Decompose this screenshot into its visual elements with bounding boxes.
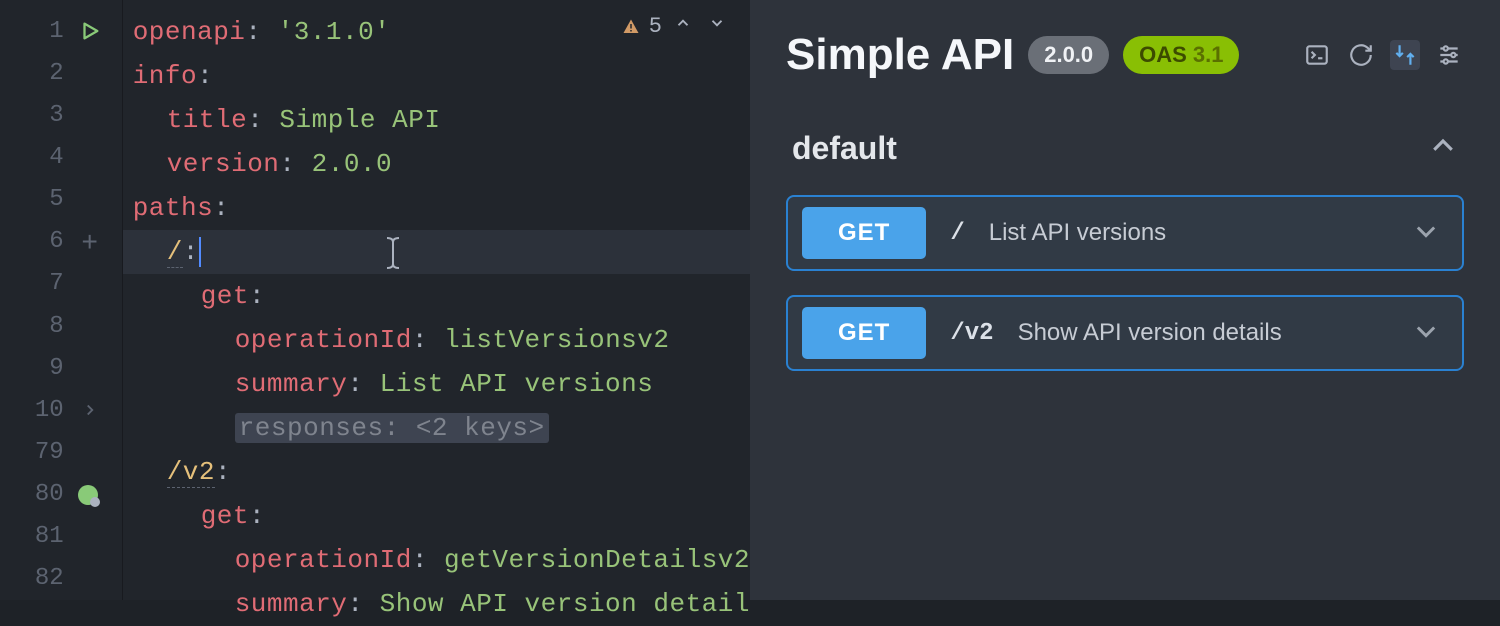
gutter-row: 7	[0, 263, 122, 305]
code-line[interactable]: /v2:	[123, 450, 750, 494]
oas-label: OAS	[1139, 42, 1187, 67]
gutter-row: 80	[0, 474, 122, 516]
gutter-row: 8	[0, 305, 122, 347]
version-badge: 2.0.0	[1028, 36, 1109, 74]
oas-version: 3.1	[1193, 42, 1224, 67]
chevron-down-icon	[1412, 317, 1440, 350]
gutter-row: 10	[0, 389, 122, 431]
gutter-row: 2	[0, 52, 122, 94]
code-line[interactable]: /:	[123, 230, 750, 274]
code-line[interactable]: info:	[123, 54, 750, 98]
add-icon[interactable]: +	[76, 228, 104, 256]
section-header[interactable]: default	[786, 130, 1464, 167]
method-badge: GET	[802, 307, 926, 359]
gutter-row: 5	[0, 179, 122, 221]
api-title: Simple API	[786, 30, 1014, 80]
code-line[interactable]: summary: Show API version detail	[123, 582, 750, 626]
code-line[interactable]: title: Simple API	[123, 98, 750, 142]
gutter-row: 82	[0, 558, 122, 600]
refresh-icon[interactable]	[1346, 40, 1376, 70]
operation-summary: Show API version details	[1018, 319, 1282, 347]
settings-icon[interactable]	[1434, 40, 1464, 70]
chevron-right-icon[interactable]	[76, 396, 104, 424]
code-line[interactable]: version: 2.0.0	[123, 142, 750, 186]
operation-item[interactable]: GET/v2 Show API version details	[786, 295, 1464, 371]
editor-body[interactable]: 5 openapi: '3.1.0'info:title: Simple API…	[122, 0, 750, 600]
code-line[interactable]: paths:	[123, 186, 750, 230]
operation-summary: List API versions	[989, 219, 1166, 247]
gutter-row: 4	[0, 136, 122, 178]
line-number: 79	[24, 439, 64, 466]
next-warning-button[interactable]	[704, 14, 730, 39]
line-number: 10	[24, 397, 64, 424]
line-number: 1	[24, 18, 64, 45]
code-line[interactable]: get:	[123, 494, 750, 538]
gutter-row: 81	[0, 516, 122, 558]
code-line[interactable]: get:	[123, 274, 750, 318]
line-number: 7	[24, 270, 64, 297]
line-number: 3	[24, 102, 64, 129]
editor-pane: 123456+7891079808182 5 openapi: '3.1.0'i…	[0, 0, 750, 600]
warning-count: 5	[649, 14, 662, 39]
section-title: default	[792, 130, 897, 167]
gutter-marker-icon[interactable]	[78, 485, 98, 505]
terminal-icon[interactable]	[1302, 40, 1332, 70]
editor-gutter: 123456+7891079808182	[0, 0, 122, 600]
method-badge: GET	[802, 207, 926, 259]
line-number: 82	[24, 565, 64, 592]
oas-badge: OAS3.1	[1123, 36, 1239, 74]
gutter-row: 1	[0, 10, 122, 52]
line-number: 5	[24, 186, 64, 213]
code-line[interactable]: operationId: getVersionDetailsv2	[123, 538, 750, 582]
preview-header: Simple API 2.0.0 OAS3.1	[786, 30, 1464, 80]
line-number: 9	[24, 355, 64, 382]
warnings-indicator[interactable]: 5	[621, 14, 730, 39]
line-number: 81	[24, 523, 64, 550]
code-line[interactable]: responses: <2 keys>	[123, 406, 750, 450]
text-cursor	[199, 237, 201, 267]
line-number: 80	[24, 481, 64, 508]
line-number: 2	[24, 60, 64, 87]
run-icon[interactable]	[76, 17, 104, 45]
gutter-row: 3	[0, 94, 122, 136]
preview-pane: Simple API 2.0.0 OAS3.1 default GET / List…	[750, 0, 1500, 600]
gutter-row: 79	[0, 431, 122, 473]
line-number: 6	[24, 228, 64, 255]
line-number: 8	[24, 313, 64, 340]
chevron-up-icon	[1428, 131, 1458, 166]
warning-icon	[621, 18, 641, 36]
header-actions	[1302, 40, 1464, 70]
chevron-down-icon	[1412, 217, 1440, 250]
sync-icon[interactable]	[1390, 40, 1420, 70]
operation-item[interactable]: GET / List API versions	[786, 195, 1464, 271]
gutter-row: 9	[0, 347, 122, 389]
line-number: 4	[24, 144, 64, 171]
operations-list: GET / List API versions GET/v2 Show API vers…	[786, 195, 1464, 371]
operation-path: /v2	[950, 320, 993, 347]
gutter-row: 6+	[0, 221, 122, 263]
prev-warning-button[interactable]	[670, 14, 696, 39]
code-line[interactable]: summary: List API versions	[123, 362, 750, 406]
code-line[interactable]: operationId: listVersionsv2	[123, 318, 750, 362]
operation-path: /	[950, 220, 964, 247]
